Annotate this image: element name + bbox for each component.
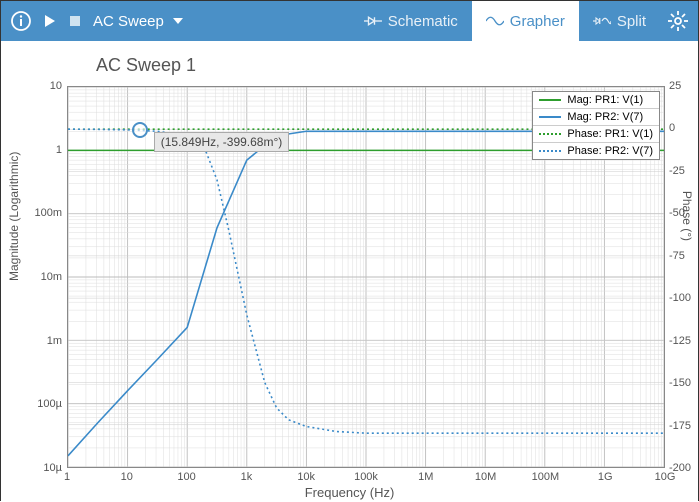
toolbar-left: AC Sweep bbox=[11, 11, 184, 31]
y-tick-right: -50 bbox=[669, 207, 685, 219]
split-icon bbox=[593, 12, 611, 30]
x-tick: 10 bbox=[121, 471, 133, 483]
y-tick-right: -125 bbox=[669, 335, 691, 347]
cursor-marker[interactable] bbox=[132, 122, 148, 138]
y-tick-right: -175 bbox=[669, 420, 691, 432]
info-icon[interactable] bbox=[11, 11, 31, 31]
tab-grapher[interactable]: Grapher bbox=[472, 1, 579, 41]
tab-grapher-label: Grapher bbox=[510, 13, 565, 30]
legend-item[interactable]: Phase: PR2: V(7) bbox=[533, 143, 659, 159]
tab-schematic[interactable]: Schematic bbox=[350, 1, 472, 41]
x-tick: 100 bbox=[177, 471, 195, 483]
legend-item[interactable]: Mag: PR1: V(1) bbox=[533, 92, 659, 109]
x-tick: 1G bbox=[598, 471, 613, 483]
y-tick-right: -150 bbox=[669, 377, 691, 389]
legend-label: Mag: PR1: V(1) bbox=[567, 94, 643, 106]
x-tick: 10k bbox=[297, 471, 315, 483]
x-tick: 10M bbox=[475, 471, 496, 483]
legend-swatch bbox=[539, 150, 561, 152]
y-tick-left: 100µ bbox=[12, 398, 62, 410]
tab-split[interactable]: Split bbox=[579, 1, 660, 41]
chart-title: AC Sweep 1 bbox=[96, 55, 196, 76]
y-tick-left: 10m bbox=[12, 271, 62, 283]
y-tick-left: 100m bbox=[12, 207, 62, 219]
legend: Mag: PR1: V(1) Mag: PR2: V(7) Phase: PR1: … bbox=[532, 91, 660, 160]
x-tick: 100M bbox=[532, 471, 560, 483]
x-tick: 1M bbox=[418, 471, 433, 483]
x-axis-label: Frequency (Hz) bbox=[305, 485, 395, 500]
legend-swatch bbox=[539, 116, 561, 118]
y-tick-right: -75 bbox=[669, 250, 685, 262]
x-tick: 1k bbox=[241, 471, 253, 483]
y-tick-right: -200 bbox=[669, 462, 691, 474]
play-icon[interactable] bbox=[43, 14, 57, 28]
gear-icon[interactable] bbox=[668, 11, 688, 31]
chevron-down-icon bbox=[172, 15, 184, 27]
y-tick-left: 10µ bbox=[12, 462, 62, 474]
legend-swatch bbox=[539, 99, 561, 101]
stop-icon[interactable] bbox=[69, 15, 81, 27]
sine-icon bbox=[486, 12, 504, 30]
x-tick: 1 bbox=[64, 471, 70, 483]
legend-item[interactable]: Mag: PR2: V(7) bbox=[533, 109, 659, 126]
x-tick: 100k bbox=[354, 471, 378, 483]
mode-dropdown[interactable]: AC Sweep bbox=[93, 13, 184, 30]
chart-area: AC Sweep 1 Magnitude (Logarithmic) Phase… bbox=[1, 41, 698, 502]
y-tick-right: -25 bbox=[669, 165, 685, 177]
tab-schematic-label: Schematic bbox=[388, 13, 458, 30]
tab-split-label: Split bbox=[617, 13, 646, 30]
diode-icon bbox=[364, 12, 382, 30]
y-tick-right: 0 bbox=[669, 122, 675, 134]
y-tick-right: -100 bbox=[669, 292, 691, 304]
y-tick-left: 10 bbox=[12, 80, 62, 92]
legend-label: Phase: PR1: V(1) bbox=[567, 128, 653, 140]
legend-label: Phase: PR2: V(7) bbox=[567, 145, 653, 157]
y-tick-right: 25 bbox=[669, 80, 681, 92]
toolbar-tabs: Schematic Grapher Split bbox=[350, 1, 660, 41]
legend-item[interactable]: Phase: PR1: V(1) bbox=[533, 126, 659, 143]
legend-swatch bbox=[539, 133, 561, 135]
mode-label: AC Sweep bbox=[93, 13, 164, 30]
toolbar: AC Sweep Schematic Grapher Split bbox=[1, 1, 698, 41]
y-tick-left: 1 bbox=[12, 144, 62, 156]
y-tick-left: 1m bbox=[12, 335, 62, 347]
legend-label: Mag: PR2: V(7) bbox=[567, 111, 643, 123]
cursor-label: (15.849Hz, -399.68m°) bbox=[154, 132, 290, 152]
